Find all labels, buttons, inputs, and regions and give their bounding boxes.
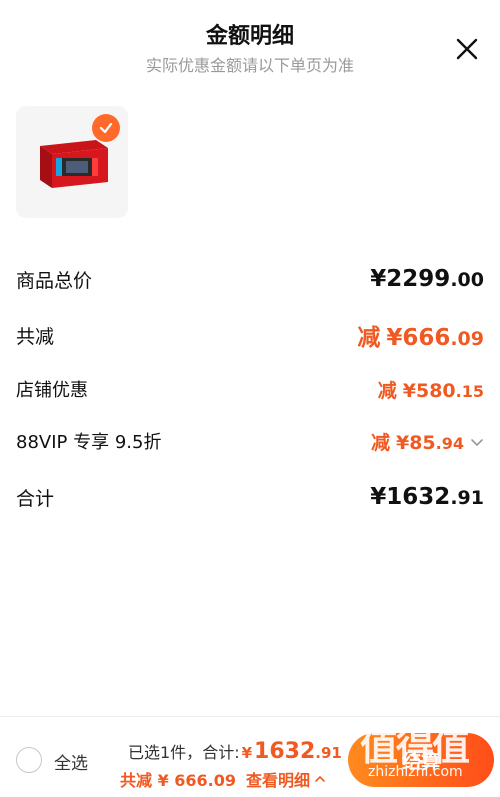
amount-int: ¥580	[402, 379, 456, 402]
amount-int: ¥85	[395, 431, 436, 454]
selected-count: 已选1件，	[128, 743, 203, 762]
summary-line: 已选1件， 合计: ¥1632.91	[128, 739, 342, 764]
total-currency: ¥	[241, 744, 253, 762]
amount-dec: .15	[455, 381, 484, 401]
total-label: 合计:	[202, 743, 240, 762]
minus-prefix: 减	[377, 379, 397, 402]
page-subtitle: 实际优惠金额请以下单页为准	[145, 56, 354, 75]
total-int: 1632	[254, 739, 316, 764]
chevron-up-icon	[315, 775, 325, 782]
row-amount: 减 ¥580.15	[378, 376, 484, 403]
row-total-discount: 共减 减 ¥666.09	[16, 318, 484, 352]
minus-prefix: 减	[370, 431, 390, 454]
row-vip-discount[interactable]: 88VIP 专享 9.5折 减 ¥85.94	[16, 424, 484, 458]
select-all-radio[interactable]	[16, 747, 42, 773]
close-icon[interactable]	[454, 36, 480, 62]
amount-dec: .09	[450, 328, 484, 350]
discount-amount: 共减 ¥ 666.09	[120, 771, 237, 790]
row-label: 商品总价	[16, 269, 93, 292]
selected-check[interactable]	[92, 114, 120, 142]
close-button[interactable]	[454, 36, 480, 62]
amount-int: ¥2299	[370, 266, 451, 292]
row-shop-discount: 店铺优惠 减 ¥580.15	[16, 372, 484, 406]
view-detail-label: 查看明细	[246, 771, 311, 790]
total-amount: ¥1632.91	[242, 739, 342, 764]
row-label: 店铺优惠	[16, 380, 88, 401]
amount-dec: .94	[435, 433, 464, 453]
row-label: 合计	[16, 487, 55, 510]
checkout-button[interactable]: 结算	[348, 733, 494, 787]
amount-int: ¥666	[386, 325, 451, 351]
product-thumbnail[interactable]	[16, 106, 128, 218]
row-amount: 减 ¥666.09	[357, 318, 484, 352]
row-grand-total: 合计 ¥1632.91	[16, 480, 484, 514]
view-detail-link[interactable]: 查看明细	[246, 767, 327, 791]
checkout-bar: 全选 已选1件， 合计: ¥1632.91 共减 ¥ 666.09 查看明细 结…	[0, 716, 500, 797]
discount-line: 共减 ¥ 666.09 查看明细	[120, 767, 327, 791]
page-title: 金额明细	[205, 24, 294, 49]
row-subtotal: 商品总价 ¥2299.00	[16, 262, 484, 296]
row-amount: ¥1632.91	[370, 484, 484, 510]
row-amount: 减 ¥85.94	[371, 428, 484, 455]
total-dec: .91	[315, 744, 342, 762]
minus-prefix: 减	[357, 325, 381, 351]
check-icon	[99, 122, 113, 134]
chevron-down-icon[interactable]	[470, 435, 484, 449]
header: 金额明细 实际优惠金额请以下单页为准	[0, 0, 500, 90]
select-all-label[interactable]: 全选	[54, 749, 88, 774]
row-label: 共减	[16, 325, 55, 348]
row-amount: ¥2299.00	[370, 266, 484, 292]
amount-dec: .00	[450, 269, 484, 291]
row-label: 88VIP 专享 9.5折	[16, 432, 162, 453]
amount-dec: .91	[450, 487, 484, 509]
amount-int: ¥1632	[370, 484, 451, 510]
